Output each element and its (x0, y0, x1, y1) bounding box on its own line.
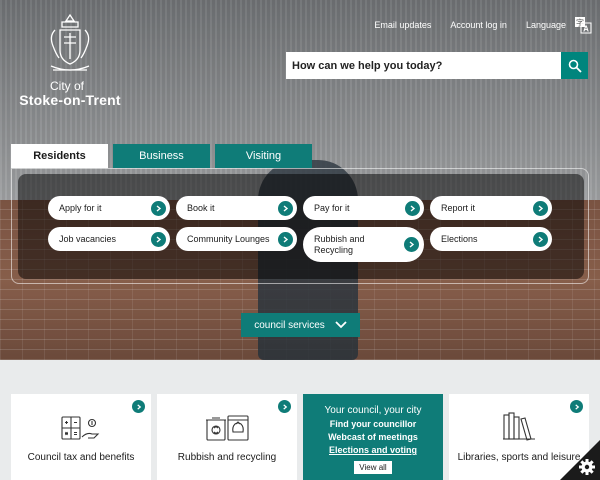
card-council-tax[interactable]: Council tax and benefits (11, 394, 151, 480)
site-search (286, 52, 588, 79)
chevron-right-icon (533, 231, 548, 247)
chevron-down-icon (335, 321, 347, 329)
chevron-right-icon (278, 200, 293, 216)
language-link[interactable]: Language (526, 20, 566, 30)
bins-icon (206, 415, 249, 441)
view-all-button[interactable]: View all (354, 461, 392, 474)
quick-link-label: Apply for it (59, 202, 102, 213)
quick-link-rubbish[interactable]: Rubbish and Recycling (303, 227, 424, 262)
council-services-button[interactable]: council services (241, 313, 360, 337)
tab-residents[interactable]: Residents (11, 144, 108, 168)
quick-link-community-lounges[interactable]: Community Lounges (176, 227, 297, 251)
card-your-council: Your council, your city Find your counci… (303, 394, 443, 480)
quick-links-panel (11, 168, 589, 284)
chevron-right-icon (132, 400, 145, 413)
chevron-right-icon (404, 237, 419, 252)
quick-link-label: Pay for it (314, 202, 350, 213)
search-input[interactable] (286, 52, 561, 79)
header-links: Email updates Account log in Language 字 … (374, 16, 592, 34)
search-icon (568, 59, 582, 73)
chevron-right-icon (151, 231, 166, 247)
svg-text:A: A (583, 25, 589, 34)
chevron-right-icon (278, 231, 293, 247)
city-logo[interactable]: City of Stoke-on-Trent (10, 12, 130, 112)
chevron-right-icon (278, 400, 291, 413)
search-button[interactable] (561, 52, 588, 79)
quick-link-label: Job vacancies (59, 233, 117, 244)
card-title: Rubbish and recycling (177, 452, 277, 463)
quick-link-pay[interactable]: Pay for it (303, 196, 424, 220)
tab-visiting[interactable]: Visiting (215, 144, 312, 168)
elections-voting-link[interactable]: Elections and voting (303, 445, 443, 455)
calculator-money-icon (61, 416, 100, 440)
chevron-right-icon (570, 400, 583, 413)
language-selector[interactable]: Language 字 A (526, 16, 592, 34)
council-services-label: council services (254, 319, 325, 331)
quick-link-label: Elections (441, 233, 478, 244)
quick-link-elections[interactable]: Elections (430, 227, 552, 251)
quick-link-label: Community Lounges (187, 233, 270, 244)
quick-link-label: Book it (187, 202, 215, 213)
tab-business[interactable]: Business (113, 144, 210, 168)
translate-icon: 字 A (575, 17, 592, 34)
cookie-settings-button[interactable] (560, 440, 600, 480)
council-card-title: Your council, your city (324, 405, 422, 416)
webcast-meetings-link[interactable]: Webcast of meetings (303, 432, 443, 442)
quick-link-book[interactable]: Book it (176, 196, 297, 220)
gear-icon (579, 459, 595, 475)
chevron-right-icon (151, 200, 166, 216)
quick-link-jobs[interactable]: Job vacancies (48, 227, 170, 251)
quick-link-label: Report it (441, 202, 476, 213)
quick-link-apply[interactable]: Apply for it (48, 196, 170, 220)
find-councillor-link[interactable]: Find your councillor (303, 419, 443, 429)
books-icon (503, 412, 535, 441)
quick-link-label: Rubbish and Recycling (314, 233, 365, 255)
card-rubbish-recycling[interactable]: Rubbish and recycling (157, 394, 297, 480)
city-crest-icon (50, 13, 90, 71)
audience-tabs: Residents Business Visiting (11, 144, 312, 168)
logo-line-city-of: City of (49, 79, 84, 93)
account-login-link[interactable]: Account log in (450, 20, 507, 30)
quick-link-report[interactable]: Report it (430, 196, 552, 220)
card-title: Council tax and benefits (27, 452, 135, 463)
email-updates-link[interactable]: Email updates (374, 20, 431, 30)
chevron-right-icon (405, 200, 420, 216)
chevron-right-icon (533, 200, 548, 216)
logo-line-city-name: Stoke-on-Trent (19, 92, 121, 108)
